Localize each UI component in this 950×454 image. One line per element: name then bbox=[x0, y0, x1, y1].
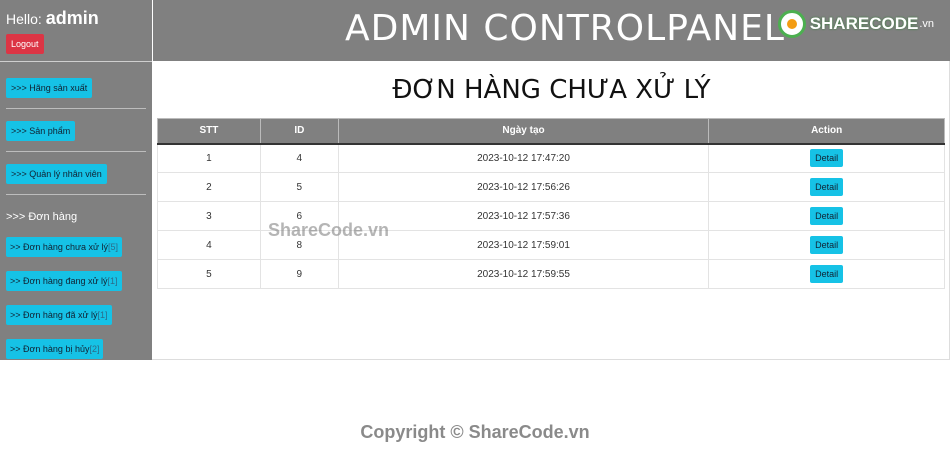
sub-item-label: >> Đơn hàng đã xử lý bbox=[10, 310, 98, 320]
sub-item-count: [2] bbox=[89, 344, 100, 354]
cell-action: Detail bbox=[708, 201, 945, 231]
cell-stt: 2 bbox=[157, 172, 261, 202]
sidebar-item-products[interactable]: >>> Sản phẩm bbox=[6, 121, 76, 141]
cell-id: 4 bbox=[259, 143, 339, 173]
cell-date: 2023-10-12 17:59:01 bbox=[337, 230, 710, 260]
greeting: Hello: admin bbox=[6, 8, 146, 29]
app-window: Hello: admin Logout >>> Hãng sản xuất >>… bbox=[0, 0, 950, 360]
sidebar-sub-item-pending[interactable]: >> Đơn hàng chưa xử lý[5] bbox=[6, 237, 146, 271]
orders-table: STT ID Ngày tạo Action 1 4 2023-10-12 17… bbox=[157, 118, 945, 289]
sub-item-label: >> Đơn hàng chưa xử lý bbox=[10, 242, 109, 252]
logo-suffix: .vn bbox=[919, 18, 934, 30]
sidebar-item-staff[interactable]: >>> Quản lý nhân viên bbox=[6, 164, 107, 184]
column-header-date: Ngày tạo bbox=[337, 118, 710, 145]
sidebar: Hello: admin Logout >>> Hãng sản xuất >>… bbox=[0, 0, 152, 360]
sidebar-sub-item-processed[interactable]: >> Đơn hàng đã xử lý[1] bbox=[6, 305, 146, 339]
detail-button[interactable]: Detail bbox=[810, 236, 844, 254]
cell-date: 2023-10-12 17:56:26 bbox=[337, 172, 710, 202]
sub-item-label: >> Đơn hàng bị hủy bbox=[10, 344, 90, 354]
sub-item-button[interactable]: >> Đơn hàng đã xử lý[1] bbox=[6, 305, 112, 325]
sidebar-sub-item-processing[interactable]: >> Đơn hàng đang xử lý[1] bbox=[6, 271, 146, 305]
table-row: 2 5 2023-10-12 17:56:26 Detail bbox=[157, 172, 945, 202]
table-row: 1 4 2023-10-12 17:47:20 Detail bbox=[157, 143, 945, 173]
sharecode-logo: SHARECODE .vn bbox=[777, 10, 934, 38]
cell-id: 9 bbox=[259, 259, 339, 289]
cell-stt: 3 bbox=[157, 201, 261, 231]
watermark: ShareCode.vn bbox=[268, 220, 390, 240]
cell-date: 2023-10-12 17:47:20 bbox=[337, 143, 710, 173]
column-header-action: Action bbox=[708, 118, 945, 145]
detail-button[interactable]: Detail bbox=[810, 207, 844, 225]
logo-text: SHARECODE bbox=[809, 14, 919, 33]
sub-item-button[interactable]: >> Đơn hàng chưa xử lý[5] bbox=[6, 237, 123, 257]
detail-button[interactable]: Detail bbox=[810, 265, 844, 283]
cell-action: Detail bbox=[708, 172, 945, 202]
greeting-label: Hello: bbox=[6, 11, 42, 27]
logo-icon bbox=[777, 10, 806, 38]
cell-date: 2023-10-12 17:59:55 bbox=[337, 259, 710, 289]
user-box: Hello: admin Logout bbox=[0, 0, 152, 62]
cell-id: 5 bbox=[259, 172, 339, 202]
sub-item-count: [1] bbox=[97, 310, 108, 320]
cell-action: Detail bbox=[708, 143, 945, 173]
sub-item-button[interactable]: >> Đơn hàng bị hủy[2] bbox=[6, 339, 104, 359]
sidebar-group-orders: >>> Đơn hàng bbox=[6, 211, 78, 223]
detail-button[interactable]: Detail bbox=[810, 149, 844, 168]
table-row: 5 9 2023-10-12 17:59:55 Detail bbox=[157, 259, 945, 289]
username: admin bbox=[45, 8, 99, 28]
page-header-title: ADMIN CONTROLPANEL bbox=[345, 8, 785, 49]
detail-button[interactable]: Detail bbox=[810, 178, 844, 196]
sub-item-label: >> Đơn hàng đang xử lý bbox=[10, 276, 108, 286]
cell-date: 2023-10-12 17:57:36 bbox=[337, 201, 710, 231]
sidebar-item-manufacturers[interactable]: >>> Hãng sản xuất bbox=[6, 78, 93, 98]
header: ADMIN CONTROLPANEL SHARECODE .vn bbox=[153, 0, 950, 61]
main-content: ĐƠN HÀNG CHƯA XỬ LÝ STT ID Ngày tạo Acti… bbox=[153, 61, 950, 289]
table-header-row: STT ID Ngày tạo Action bbox=[157, 118, 945, 145]
sidebar-sub-item-cancelled[interactable]: >> Đơn hàng bị hủy[2] bbox=[6, 339, 146, 373]
divider bbox=[6, 151, 146, 152]
divider bbox=[6, 108, 146, 109]
sidebar-menu: >>> Hãng sản xuất >>> Sản phẩm >>> Quản … bbox=[0, 62, 152, 373]
page-title: ĐƠN HÀNG CHƯA XỬ LÝ bbox=[392, 75, 711, 105]
sub-item-count: [5] bbox=[108, 242, 119, 252]
sub-item-count: [1] bbox=[107, 276, 118, 286]
cell-action: Detail bbox=[708, 230, 945, 260]
divider bbox=[6, 194, 146, 195]
column-header-id: ID bbox=[259, 118, 339, 145]
cell-stt: 4 bbox=[157, 230, 261, 260]
cell-action: Detail bbox=[708, 259, 945, 289]
cell-stt: 5 bbox=[157, 259, 261, 289]
column-header-stt: STT bbox=[157, 118, 261, 145]
sub-item-button[interactable]: >> Đơn hàng đang xử lý[1] bbox=[6, 271, 122, 291]
logout-button[interactable]: Logout bbox=[6, 34, 44, 54]
copyright-text: Copyright © ShareCode.vn bbox=[360, 422, 590, 442]
cell-stt: 1 bbox=[157, 143, 261, 173]
